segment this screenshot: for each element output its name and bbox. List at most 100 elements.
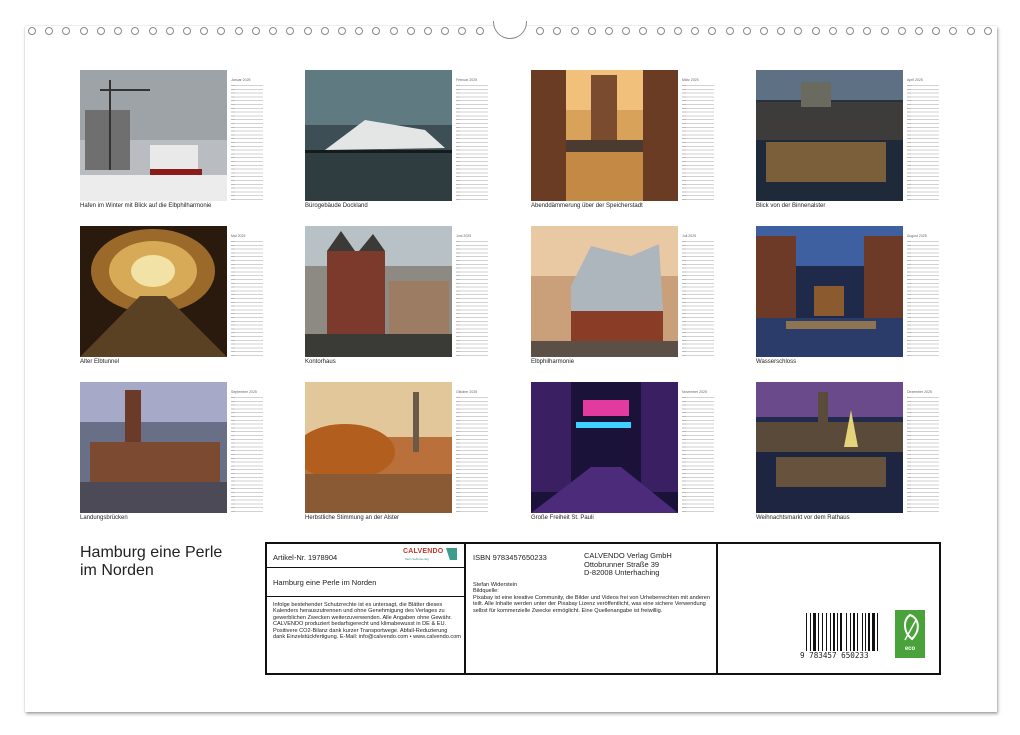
month-calendar-grid: Juni 2025 xyxy=(456,234,488,359)
binding-ring xyxy=(217,27,225,35)
binding-ring xyxy=(304,27,312,35)
binding-ring xyxy=(424,27,432,35)
product-info-box: Artikel-Nr. 1978904 CALVENDO Mein Selbst… xyxy=(265,542,941,675)
binding-ring xyxy=(605,27,613,35)
binding-ring xyxy=(657,27,665,35)
month-calendar-grid: Februar 2025 xyxy=(456,78,488,203)
month-preview: Februar 2025 Bürogebäude Dockland xyxy=(305,70,490,218)
binding-ring xyxy=(949,27,957,35)
legal-notice: Infolge bestehender Schutzrechte ist es … xyxy=(273,602,461,640)
binding-ring xyxy=(476,27,484,35)
calvendo-mark-icon xyxy=(446,548,457,560)
binding-ring xyxy=(338,27,346,35)
binding-ring xyxy=(553,27,561,35)
photo-caption: Abenddämmerung über der Speicherstadt xyxy=(531,203,643,209)
month-preview: Oktober 2025Herbstliche Stimmung an der … xyxy=(305,382,490,530)
photo-caption: Hafen im Winter mit Blick auf die Elbphi… xyxy=(80,203,211,209)
binding-ring xyxy=(235,27,243,35)
month-calendar-grid: April 2025 xyxy=(907,78,939,203)
month-preview: Mai 2025 Alter Elbtunnel xyxy=(80,226,265,374)
photo-caption: Landungsbrücken xyxy=(80,515,128,521)
binding-ring xyxy=(829,27,837,35)
photo-caption: Kontorhaus xyxy=(305,359,336,365)
month-preview: September 2025 Landungsbrücken xyxy=(80,382,265,530)
photo-caption: Große Freiheit St. Pauli xyxy=(531,515,594,521)
month-preview: Dezember 2025 Weihnachtsmarkt vor dem Rat… xyxy=(756,382,941,530)
month-name: August 2025 xyxy=(907,234,927,238)
photo-caption: Blick von der Binnenalster xyxy=(756,203,825,209)
month-photo xyxy=(305,70,452,201)
month-name: Juli 2025 xyxy=(682,234,696,238)
month-preview: April 2025 Blick von der Binnenalster xyxy=(756,70,941,218)
barcode-bars xyxy=(806,613,876,651)
binding-ring xyxy=(286,27,294,35)
binding-ring xyxy=(691,27,699,35)
eco-leaf-icon: eco xyxy=(895,610,925,658)
binding-ring xyxy=(915,27,923,35)
month-name: April 2025 xyxy=(907,78,923,82)
month-photo xyxy=(305,226,452,357)
binding-ring xyxy=(458,27,466,35)
binding-ring xyxy=(80,27,88,35)
binding-ring xyxy=(743,27,751,35)
binding-ring xyxy=(726,27,734,35)
month-photo xyxy=(305,382,452,513)
info-column-publisher: ISBN 9783457650233 CALVENDO Verlag GmbH … xyxy=(466,544,718,673)
month-name: Juni 2025 xyxy=(456,234,471,238)
month-name: Oktober 2025 xyxy=(456,390,477,394)
binding-ring xyxy=(355,27,363,35)
month-name: Mai 2025 xyxy=(231,234,245,238)
article-number: Artikel-Nr. 1978904 xyxy=(273,553,337,562)
image-credits: Stefan Widerstein Bildquelle: Pixabay is… xyxy=(473,582,711,614)
photo-caption: Weihnachtsmarkt vor dem Rathaus xyxy=(756,515,850,521)
binding-ring xyxy=(708,27,716,35)
month-calendar-grid: November 2025 xyxy=(682,390,714,515)
binding-ring xyxy=(97,27,105,35)
month-name: November 2025 xyxy=(682,390,707,394)
month-photo xyxy=(531,70,678,201)
binding-ring xyxy=(407,27,415,35)
binding-ring xyxy=(863,27,871,35)
binding-ring xyxy=(571,27,579,35)
binding-ring xyxy=(846,27,854,35)
month-preview: März 2025Abenddämmerung über der Speiche… xyxy=(531,70,716,218)
month-photo xyxy=(80,226,227,357)
photo-caption: Bürogebäude Dockland xyxy=(305,203,368,209)
month-name: Februar 2025 xyxy=(456,78,477,82)
binding-ring xyxy=(622,27,630,35)
month-photo xyxy=(756,226,903,357)
month-calendar-grid: Mai 2025 xyxy=(231,234,263,359)
barcode: 9 783457 650233 xyxy=(800,613,880,661)
photo-caption: Wasserschloss xyxy=(756,359,796,365)
binding-ring xyxy=(967,27,975,35)
binding-ring xyxy=(269,27,277,35)
binding-ring xyxy=(62,27,70,35)
month-preview: August 2025 Wasserschloss xyxy=(756,226,941,374)
month-calendar-grid: August 2025 xyxy=(907,234,939,359)
binding-ring xyxy=(639,27,647,35)
binding-ring xyxy=(252,27,260,35)
month-photo xyxy=(80,382,227,513)
binding-ring xyxy=(881,27,889,35)
month-calendar-grid: Oktober 2025 xyxy=(456,390,488,515)
month-photo xyxy=(756,382,903,513)
binding-ring xyxy=(777,27,785,35)
month-name: Januar 2025 xyxy=(231,78,250,82)
month-preview-grid: Januar 2025 Hafen im Winter mit Blick auf… xyxy=(80,70,940,525)
month-preview: Juli 2025Elbphilharmonie xyxy=(531,226,716,374)
month-photo xyxy=(80,70,227,201)
info-column-barcode: 9 783457 650233 eco xyxy=(718,544,939,673)
photo-caption: Alter Elbtunnel xyxy=(80,359,119,365)
month-name: September 2025 xyxy=(231,390,257,394)
binding-ring xyxy=(674,27,682,35)
binding-ring xyxy=(390,27,398,35)
publisher-address: CALVENDO Verlag GmbH Ottobrunner Straße … xyxy=(584,552,672,578)
binding-ring xyxy=(28,27,36,35)
month-name: Dezember 2025 xyxy=(907,390,932,394)
calendar-title: Hamburg eine Perle im Norden xyxy=(80,544,260,580)
binding-ring xyxy=(321,27,329,35)
product-title: Hamburg eine Perle im Norden xyxy=(273,578,376,587)
binding-ring xyxy=(372,27,380,35)
binding-ring xyxy=(131,27,139,35)
binding-ring xyxy=(149,27,157,35)
